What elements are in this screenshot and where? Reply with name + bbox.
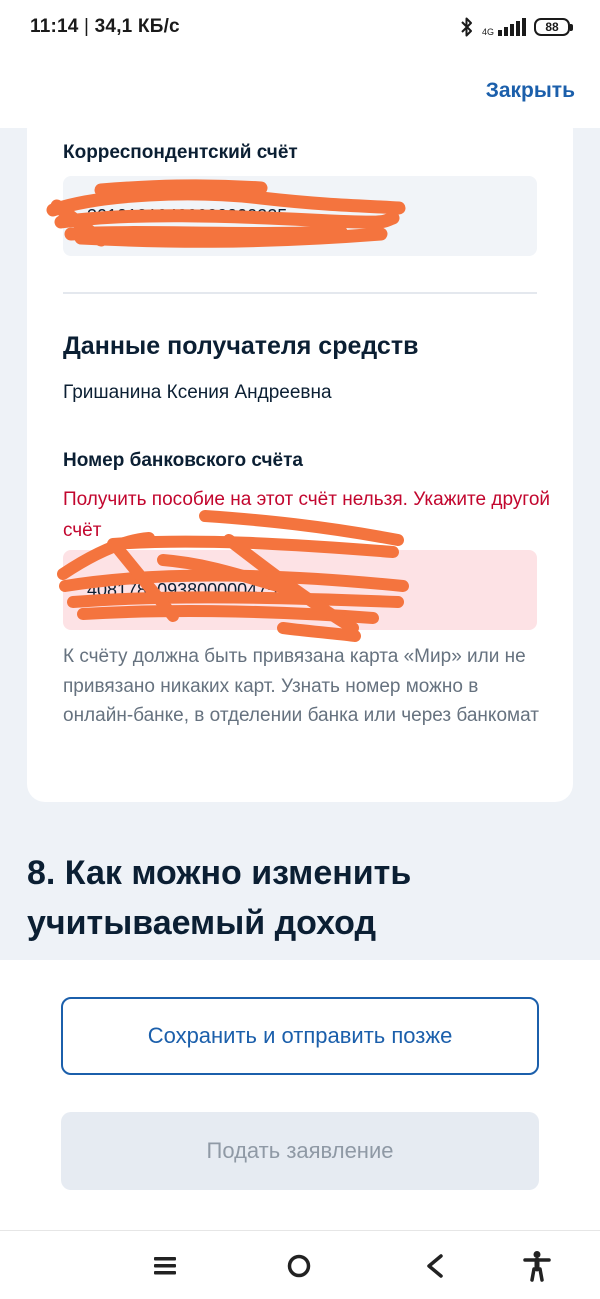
battery-icon: 88 <box>534 18 573 36</box>
corr-account-value: 30101810400000000225 <box>87 205 288 226</box>
signal-icon <box>498 18 526 36</box>
step-heading: 8. Как можно изменить учитываемый доход <box>27 854 412 942</box>
network-type: 4G <box>481 27 494 37</box>
menu-icon[interactable] <box>150 1251 180 1281</box>
corr-account-field[interactable]: 30101810400000000225 <box>63 176 537 256</box>
recipient-name: Гришанина Ксения Андреевна <box>63 382 332 403</box>
action-panel: Сохранить и отправить позже Подать заявл… <box>0 960 600 1230</box>
home-circle-icon[interactable] <box>284 1251 314 1281</box>
recipient-section-title: Данные получателя средств <box>63 332 419 360</box>
status-time-speed: 11:14 | 34,1 КБ/с <box>30 16 460 38</box>
status-icons: 4G 88 <box>460 16 573 38</box>
status-separator: | <box>84 16 90 37</box>
accessibility-icon[interactable] <box>520 1251 554 1282</box>
status-bar: 11:14 | 34,1 КБ/с 4G 88 <box>0 0 600 54</box>
submit-application-button[interactable]: Подать заявление <box>61 1112 539 1190</box>
screen: 11:14 | 34,1 КБ/с 4G 88 Закрыть Корреспо… <box>0 0 600 1299</box>
section-divider <box>63 292 537 294</box>
status-time: 11:14 <box>30 16 79 37</box>
save-later-button[interactable]: Сохранить и отправить позже <box>61 997 539 1075</box>
battery-level: 88 <box>545 20 559 34</box>
status-speed: 34,1 КБ/с <box>94 16 180 37</box>
bank-account-value: 40817810938000004752 <box>87 579 288 600</box>
account-hint: К счёту должна быть привязана карта «Мир… <box>63 646 539 726</box>
bank-account-field[interactable]: 40817810938000004752 <box>63 550 537 630</box>
corr-account-label: Корреспондентский счёт <box>63 142 298 163</box>
back-icon[interactable] <box>420 1251 450 1281</box>
bank-account-label: Номер банковского счёта <box>63 450 303 471</box>
account-error-message: Получить пособие на этот счёт нельзя. Ук… <box>63 489 551 541</box>
close-button[interactable]: Закрыть <box>486 79 575 103</box>
system-nav-bar <box>0 1230 600 1299</box>
bluetooth-icon <box>461 17 472 37</box>
form-card: Корреспондентский счёт 30101810400000000… <box>27 112 573 802</box>
